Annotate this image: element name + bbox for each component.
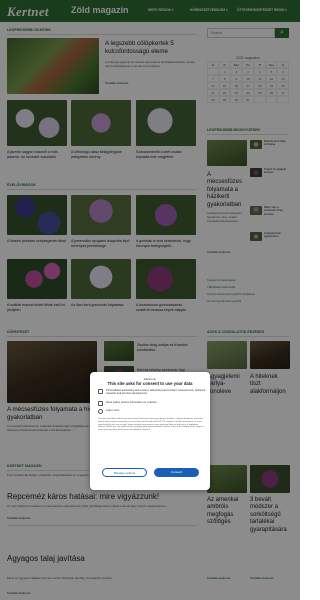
consent-button[interactable]: Consent: [154, 468, 199, 477]
consent-dialog: Welcome This site asks for consent to us…: [90, 372, 210, 490]
modal-overlay: [0, 0, 300, 600]
consent-fine-print: Your personal data will be processed and…: [98, 418, 204, 432]
consent-purpose-item: Personalised advertising and content, ad…: [98, 389, 206, 395]
consent-learn-more[interactable]: Learn more: [98, 409, 206, 414]
consent-purpose-text: Store and/or access information on a dev…: [106, 401, 157, 404]
manage-options-button[interactable]: Manage options: [102, 468, 147, 477]
device-icon: [98, 401, 103, 406]
person-icon: [98, 389, 103, 394]
consent-purpose-item: Store and/or access information on a dev…: [98, 401, 206, 406]
consent-purpose-text: Personalised advertising and content, ad…: [106, 389, 206, 396]
consent-learn-more-text[interactable]: Learn more: [98, 409, 206, 412]
expand-icon: [98, 409, 103, 414]
consent-heading: This site asks for consent to use your d…: [107, 381, 193, 386]
